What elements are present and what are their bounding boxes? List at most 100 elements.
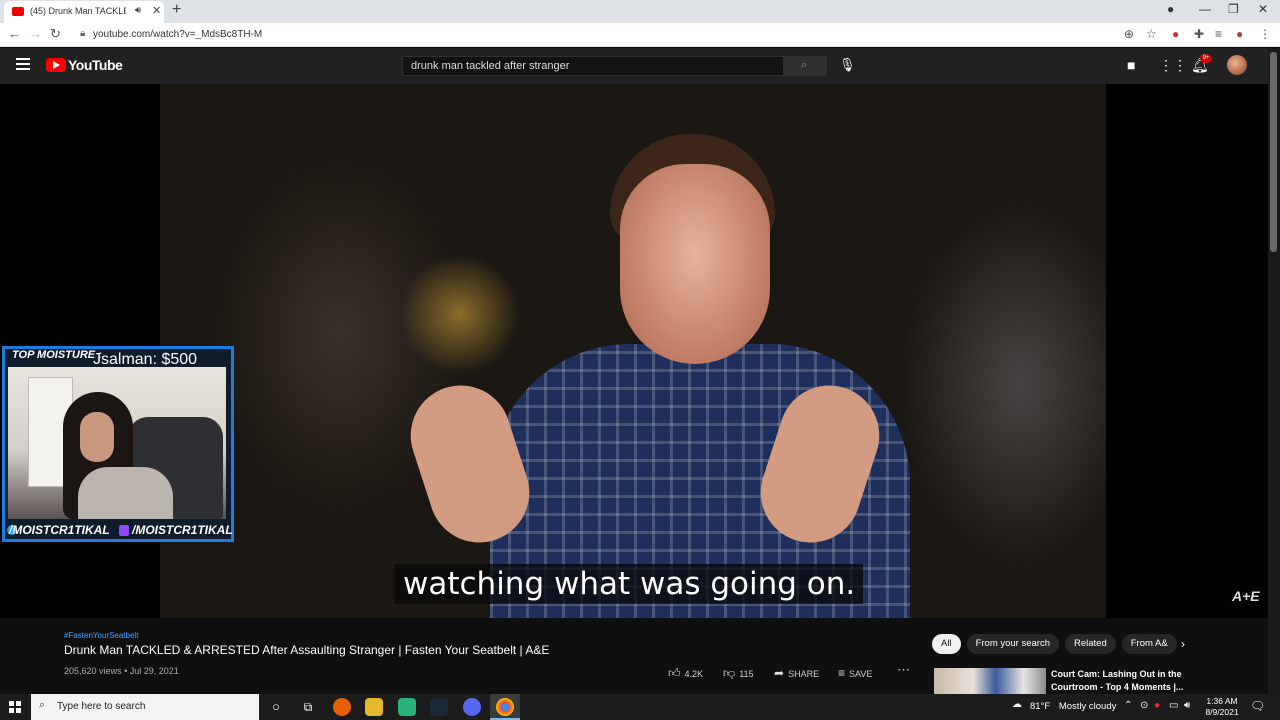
weather-widget[interactable]: 81°F Mostly cloudy <box>1030 701 1116 712</box>
recommended-video-title[interactable]: Court Cam: Lashing Out in the Courtroom … <box>1051 668 1201 694</box>
webcam-person-face <box>80 412 114 462</box>
person-face <box>620 164 770 364</box>
search-button[interactable]: ⌕ <box>784 56 827 76</box>
channel-watermark[interactable]: A+E <box>1232 588 1260 604</box>
thumbs-down-icon: 👎︎ <box>723 666 736 680</box>
chrome-menu-icon[interactable]: ⋮ <box>1259 27 1271 41</box>
video-info-section: #FastenYourSeatbelt Drunk Man TACKLED & … <box>0 618 1268 694</box>
webcam-overlay: TOP MOISTURE : Jsalman: $500 /MOISTCR1TI… <box>2 346 234 542</box>
lock-icon[interactable]: 🔒︎ <box>80 28 85 39</box>
search-input[interactable]: drunk man tackled after stranger <box>402 56 784 76</box>
discord-icon[interactable] <box>463 698 481 716</box>
steam-icon[interactable] <box>430 698 448 716</box>
address-bar[interactable]: 🔒︎ youtube.com/watch?v=_MdsBc8TH-M <box>70 25 1170 45</box>
close-window-button[interactable]: ✕ <box>1258 2 1268 16</box>
app-icon[interactable] <box>398 698 416 716</box>
recommended-video-thumbnail[interactable] <box>934 668 1046 694</box>
webcam-feed <box>8 367 226 519</box>
hamburger-menu-icon[interactable] <box>16 58 30 70</box>
more-actions-icon[interactable]: ⋯ <box>897 662 910 678</box>
clock-time: 1:36 AM <box>1206 696 1238 706</box>
like-button[interactable]: 👍︎ 4.2K <box>668 666 703 681</box>
video-frame <box>160 84 1106 618</box>
video-hashtag[interactable]: #FastenYourSeatbelt <box>64 631 138 640</box>
chip-from-channel[interactable]: From A& <box>1121 634 1177 654</box>
minimize-button[interactable]: — <box>1199 2 1211 16</box>
extension-icon[interactable]: ● <box>1172 27 1179 41</box>
url-text[interactable]: youtube.com/watch?v=_MdsBc8TH-M <box>93 29 262 40</box>
task-view-icon[interactable]: ⧉ <box>299 698 317 716</box>
youtube-logo-text[interactable]: YouTube <box>68 57 123 73</box>
save-button[interactable]: ≡ SAVE <box>838 666 872 680</box>
chevron-right-icon[interactable]: › <box>1181 637 1185 651</box>
browser-toolbar: ← → ↻ 🔒︎ youtube.com/watch?v=_MdsBc8TH-M… <box>0 23 1280 47</box>
firefox-icon[interactable] <box>333 698 351 716</box>
twitch-icon <box>119 525 129 536</box>
weather-icon[interactable]: ☁ <box>1012 699 1022 710</box>
chip-from-your-search[interactable]: From your search <box>966 634 1059 654</box>
back-button[interactable]: ← <box>8 26 21 41</box>
close-tab-icon[interactable]: ✕ <box>152 4 161 17</box>
maximize-button[interactable]: ❐ <box>1228 2 1239 16</box>
twitter-handle: /MOISTCR1TIKAL <box>9 523 110 537</box>
thumbs-up-icon: 👍︎ <box>668 666 681 680</box>
install-app-icon[interactable]: ⊕ <box>1124 27 1134 41</box>
extensions-puzzle-icon[interactable]: ✚ <box>1194 27 1204 41</box>
search-icon: ⌕ <box>39 699 46 711</box>
tray-expand-icon[interactable]: ⌃ <box>1124 700 1132 711</box>
video-meta: 205,620 views • Jul 29, 2021 <box>64 666 179 676</box>
share-label: SHARE <box>788 669 820 679</box>
taskbar-search-box[interactable]: ⌕ Type here to search <box>31 694 259 720</box>
forward-button[interactable]: → <box>29 26 42 41</box>
file-explorer-icon[interactable] <box>365 698 383 716</box>
profile-icon[interactable]: ● <box>1236 27 1243 41</box>
overlay-title: TOP MOISTURE : <box>12 349 102 361</box>
clock-date: 8/9/2021 <box>1205 707 1239 717</box>
twitch-handle: /MOISTCR1TIKAL <box>132 523 233 537</box>
notification-count-badge: 9+ <box>1200 54 1212 63</box>
browser-tab[interactable]: (45) Drunk Man TACKLED & ARRESTED After … <box>4 1 164 23</box>
taskbar-search-placeholder[interactable]: Type here to search <box>57 701 145 712</box>
temperature: 81°F <box>1030 701 1051 712</box>
tray-app-icon[interactable]: ● <box>1154 700 1160 711</box>
scrollbar-thumb[interactable] <box>1270 52 1277 252</box>
create-video-icon[interactable]: ■ <box>1127 57 1135 73</box>
like-count: 4.2K <box>684 669 704 679</box>
tab-title: (45) Drunk Man TACKLED & ARRESTED After … <box>30 6 126 16</box>
speaker-icon[interactable]: 🔊︎ <box>135 5 141 16</box>
reload-button[interactable]: ↻ <box>50 26 61 42</box>
apps-grid-icon[interactable]: ⋮⋮ <box>1159 57 1187 74</box>
new-tab-button[interactable]: + <box>172 1 181 19</box>
search-query[interactable]: drunk man tackled after stranger <box>411 60 569 72</box>
save-label: SAVE <box>849 669 873 679</box>
video-title: Drunk Man TACKLED & ARRESTED After Assau… <box>64 643 550 657</box>
share-icon: ➦ <box>774 666 785 680</box>
bookmark-star-icon[interactable]: ☆ <box>1146 27 1157 41</box>
microphone-icon[interactable]: 🎙︎ <box>839 57 856 73</box>
media-control-icon[interactable]: ● <box>1167 2 1174 16</box>
webcam-person-body <box>78 467 173 519</box>
volume-icon[interactable]: 🔊︎ <box>1184 700 1190 711</box>
tray-app-icon[interactable]: ⊙ <box>1140 700 1148 711</box>
browser-tab-strip: (45) Drunk Man TACKLED & ARRESTED After … <box>0 0 1280 23</box>
reading-list-icon[interactable]: ≡ <box>1215 27 1222 41</box>
search-icon: ⌕ <box>801 59 808 71</box>
notification-center-icon[interactable]: 🗨︎ <box>1250 699 1265 713</box>
share-button[interactable]: ➦ SHARE <box>774 666 819 680</box>
chip-related[interactable]: Related <box>1065 634 1116 654</box>
cortana-icon[interactable]: ○ <box>267 698 285 716</box>
windows-start-icon[interactable] <box>9 701 21 713</box>
dislike-count: 115 <box>739 669 754 679</box>
account-avatar[interactable] <box>1227 55 1247 75</box>
youtube-favicon-icon <box>12 7 24 16</box>
dislike-button[interactable]: 👎︎ 115 <box>723 666 754 681</box>
network-icon[interactable]: ▭ <box>1169 700 1178 711</box>
play-triangle-icon <box>53 61 60 69</box>
taskbar-clock[interactable]: 1:36 AM 8/9/2021 <box>1200 696 1244 718</box>
page-scrollbar[interactable] <box>1268 48 1280 694</box>
chip-all[interactable]: All <box>932 634 961 654</box>
chrome-taskbar-button[interactable] <box>490 694 520 720</box>
view-count: 205,620 views <box>64 666 122 676</box>
related-filter-chips: All From your search Related From A& <box>932 634 1183 656</box>
video-subtitle: watching what was going on. <box>395 564 864 604</box>
